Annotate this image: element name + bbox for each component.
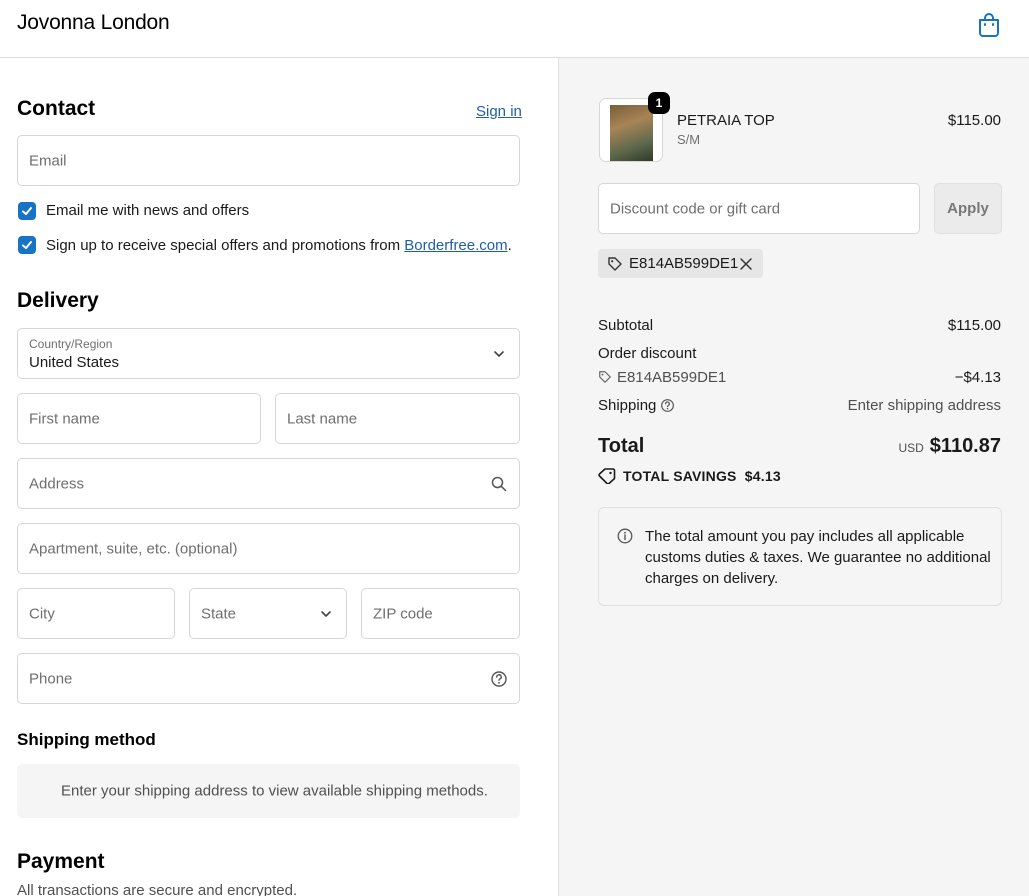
checkmark-icon xyxy=(22,207,32,215)
order-summary: 1 PETRAIA TOP S/M $115.00 Discount code … xyxy=(558,58,1029,896)
tag-icon xyxy=(599,371,611,383)
email-field[interactable]: Email xyxy=(17,135,520,186)
contact-title: Contact xyxy=(17,97,96,120)
total-savings-label: TOTAL SAVINGS xyxy=(623,468,737,484)
product-name: PETRAIA TOP xyxy=(677,112,775,129)
country-select[interactable]: Country/Region United States xyxy=(17,328,520,379)
total-amount: USD $110.87 xyxy=(898,435,1001,458)
borderfree-checkbox-label: Sign up to receive special offers and pr… xyxy=(46,237,512,254)
phone-placeholder: Phone xyxy=(29,670,73,687)
shipping-method-info: Enter your shipping address to view avai… xyxy=(17,764,520,818)
help-circle-icon[interactable] xyxy=(490,670,508,688)
first-name-field[interactable]: First name xyxy=(17,393,261,444)
zip-field[interactable]: ZIP code xyxy=(361,588,520,639)
apartment-placeholder: Apartment, suite, etc. (optional) xyxy=(29,540,238,557)
product-price: $115.00 xyxy=(947,112,1001,129)
shipping-method-info-text: Enter your shipping address to view avai… xyxy=(61,782,488,800)
discount-code-input[interactable]: Discount code or gift card xyxy=(598,183,920,234)
subtotal-label: Subtotal xyxy=(598,317,654,334)
order-discount-code: E814AB599DE1 xyxy=(617,369,727,386)
borderfree-label-text: Sign up to receive special offers and pr… xyxy=(46,237,405,254)
address-placeholder: Address xyxy=(29,475,85,492)
city-field[interactable]: City xyxy=(17,588,175,639)
sign-in-link[interactable]: Sign in xyxy=(476,103,522,120)
payment-subtitle: All transactions are secure and encrypte… xyxy=(17,882,298,896)
quantity-badge: 1 xyxy=(648,92,670,114)
news-checkbox-label: Email me with news and offers xyxy=(46,202,250,219)
total-value: $110.87 xyxy=(929,435,1001,457)
country-value: United States xyxy=(29,354,120,371)
order-discount-value: −$4.13 xyxy=(954,369,1001,386)
product-variant: S/M xyxy=(677,132,701,147)
shipping-label: Shipping xyxy=(598,397,657,414)
total-currency: USD xyxy=(898,441,924,455)
phone-field[interactable]: Phone xyxy=(17,653,520,704)
news-checkbox[interactable] xyxy=(18,202,36,220)
address-field[interactable]: Address xyxy=(17,458,520,509)
state-select[interactable]: State xyxy=(189,588,347,639)
total-savings: TOTAL SAVINGS $4.13 xyxy=(623,468,781,484)
shopping-bag-icon[interactable] xyxy=(977,12,1001,38)
shipping-method-title: Shipping method xyxy=(17,730,156,749)
savings-tag-icon xyxy=(598,468,616,484)
order-discount-label: Order discount xyxy=(598,345,697,362)
zip-placeholder: ZIP code xyxy=(373,605,433,622)
checkmark-icon xyxy=(22,241,32,249)
email-placeholder: Email xyxy=(29,152,67,169)
chevron-down-icon xyxy=(494,350,504,357)
total-savings-value: $4.13 xyxy=(744,468,781,484)
country-label: Country/Region xyxy=(29,337,113,351)
borderfree-link[interactable]: Borderfree.com xyxy=(404,237,507,254)
state-placeholder: State xyxy=(201,605,237,622)
product-image xyxy=(610,105,653,161)
apply-discount-button[interactable]: Apply xyxy=(934,183,1002,234)
info-icon xyxy=(617,528,633,544)
applied-discount-chip: E814AB599DE1 xyxy=(598,249,763,278)
first-name-placeholder: First name xyxy=(29,410,100,427)
checkout-header: Jovonna London xyxy=(0,0,1029,58)
brand-logo[interactable]: Jovonna London xyxy=(17,11,170,35)
search-icon[interactable] xyxy=(490,475,508,493)
duties-notice: The total amount you pay includes all ap… xyxy=(598,507,1002,606)
delivery-title: Delivery xyxy=(17,289,99,312)
borderfree-checkbox[interactable] xyxy=(18,236,36,254)
duties-notice-text: The total amount you pay includes all ap… xyxy=(645,528,991,587)
help-circle-icon[interactable] xyxy=(660,398,675,413)
checkout-form: Contact Sign in Email Email me with news… xyxy=(0,58,558,896)
tag-icon xyxy=(608,257,622,271)
last-name-field[interactable]: Last name xyxy=(275,393,520,444)
apartment-field[interactable]: Apartment, suite, etc. (optional) xyxy=(17,523,520,574)
last-name-placeholder: Last name xyxy=(287,410,358,427)
chevron-down-icon xyxy=(321,610,331,617)
subtotal-value: $115.00 xyxy=(947,317,1001,334)
applied-discount-code: E814AB599DE1 xyxy=(629,255,739,272)
product-thumbnail: 1 xyxy=(599,92,670,162)
total-label: Total xyxy=(598,435,645,457)
city-placeholder: City xyxy=(29,605,55,622)
payment-title: Payment xyxy=(17,850,105,873)
shipping-value: Enter shipping address xyxy=(847,397,1001,414)
discount-placeholder: Discount code or gift card xyxy=(610,200,781,217)
borderfree-label-suffix: . xyxy=(507,237,512,254)
close-icon[interactable] xyxy=(739,257,753,271)
